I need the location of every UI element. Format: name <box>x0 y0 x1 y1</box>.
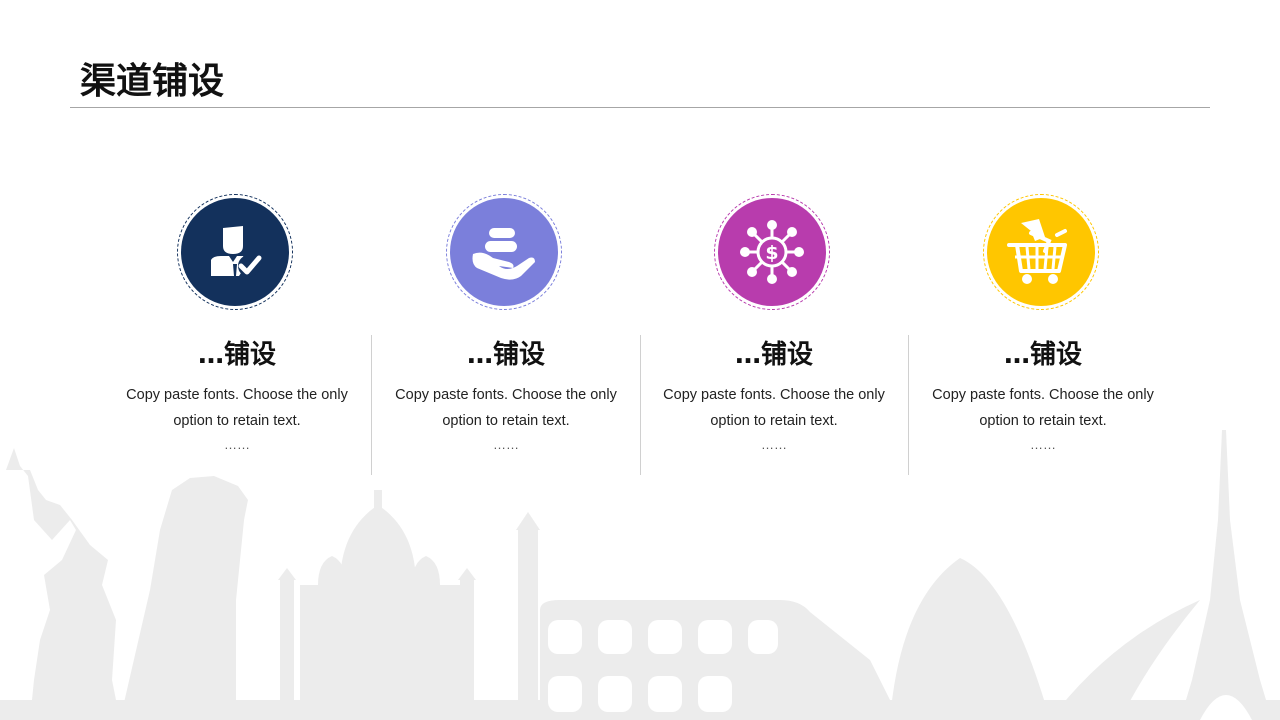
card-icon-badge: $ <box>714 194 834 314</box>
card-description: Copy paste fonts. Choose the only option… <box>663 387 885 429</box>
slide-title: 渠道铺设 <box>80 61 225 102</box>
card-ellipsis: …… <box>761 437 787 452</box>
card-description: Copy paste fonts. Choose the only option… <box>932 387 1154 429</box>
card-ellipsis: …… <box>493 437 519 452</box>
card-description: Copy paste fonts. Choose the only option… <box>126 387 348 429</box>
hand-coins-icon <box>450 198 558 306</box>
card-icon-badge <box>177 194 297 314</box>
column-divider <box>908 335 909 475</box>
channel-card-4: …铺设 Copy paste fonts. Choose the only op… <box>918 190 1168 480</box>
card-icon-badge <box>446 194 566 314</box>
svg-text:$: $ <box>765 242 778 264</box>
card-icon-badge <box>983 194 1103 314</box>
card-ellipsis: …… <box>1030 437 1056 452</box>
dollar-network-icon: $ <box>718 198 826 306</box>
card-heading: …铺设 <box>197 340 276 370</box>
card-description: Copy paste fonts. Choose the only option… <box>395 387 617 429</box>
card-heading: …铺设 <box>466 340 545 370</box>
card-heading: …铺设 <box>1003 340 1082 370</box>
shopping-cart-icon <box>987 198 1095 306</box>
channel-card-3: $ …铺设 Copy paste fonts. Choose the only … <box>649 190 899 480</box>
person-check-icon <box>181 198 289 306</box>
column-divider <box>640 335 641 475</box>
title-underline <box>70 107 1210 108</box>
card-heading: …铺设 <box>734 340 813 370</box>
card-ellipsis: …… <box>224 437 250 452</box>
channel-card-2: …铺设 Copy paste fonts. Choose the only op… <box>381 190 631 480</box>
channel-card-1: …铺设 Copy paste fonts. Choose the only op… <box>112 190 362 480</box>
column-divider <box>371 335 372 475</box>
